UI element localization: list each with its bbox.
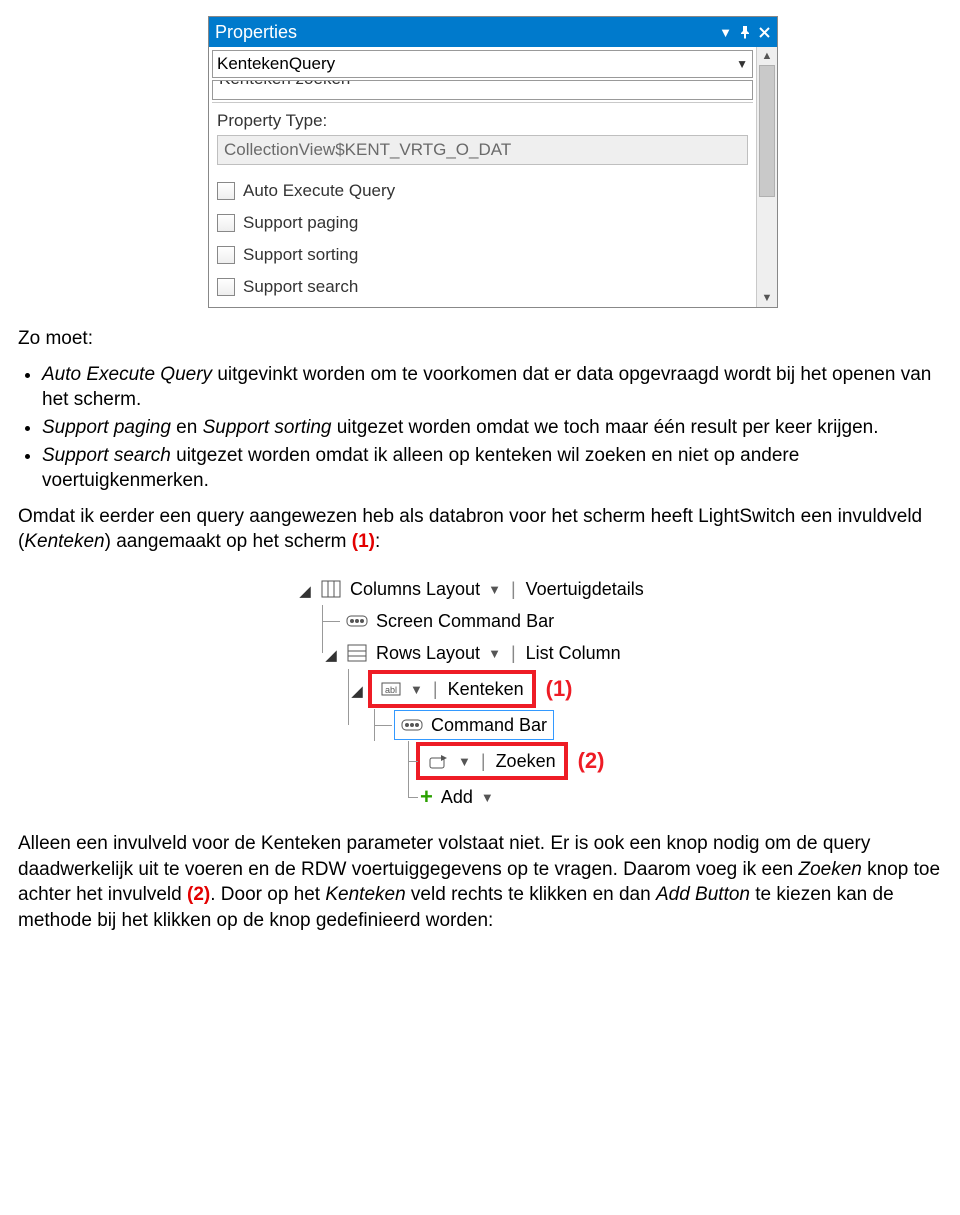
property-type-label: Property Type:	[209, 105, 756, 133]
checkbox-icon[interactable]	[217, 182, 235, 200]
button-action-icon	[428, 750, 450, 772]
support-paging-row[interactable]: Support paging	[209, 207, 756, 239]
add-row[interactable]: + Add ▼	[298, 781, 768, 813]
screen-designer-tree: ◢ Columns Layout ▼ | Voertuigdetails Scr…	[298, 573, 768, 813]
screen-command-bar-row: Screen Command Bar	[298, 605, 768, 637]
support-sorting-row[interactable]: Support sorting	[209, 239, 756, 271]
object-selector[interactable]: KentekenQuery ▼	[212, 50, 753, 78]
chevron-down-icon[interactable]: ▼	[477, 790, 498, 805]
scrollbar[interactable]: ▲ ▼	[756, 47, 777, 307]
columns-layout-icon	[320, 578, 342, 600]
paragraph: Alleen een invulveld voor de Kenteken pa…	[18, 831, 942, 934]
paragraph: Omdat ik eerder een query aangewezen heb…	[18, 504, 942, 555]
zoeken-row: ▼ | Zoeken (2)	[298, 741, 768, 781]
pin-icon[interactable]	[738, 25, 752, 39]
kenteken-field[interactable]: abl ▼ | Kenteken	[368, 670, 536, 708]
properties-titlebar: Properties ▼	[209, 17, 777, 47]
scroll-down-icon[interactable]: ▼	[762, 289, 773, 307]
window-options-icon[interactable]: ▼	[719, 25, 732, 40]
checkbox-icon[interactable]	[217, 278, 235, 296]
columns-layout-row: ◢ Columns Layout ▼ | Voertuigdetails	[298, 573, 768, 605]
rows-layout-row: ◢ Rows Layout ▼ | List Column	[298, 637, 768, 669]
expand-icon[interactable]: ◢	[298, 582, 312, 596]
checkbox-icon[interactable]	[217, 246, 235, 264]
rows-layout-icon	[346, 642, 368, 664]
scroll-thumb[interactable]	[759, 65, 775, 197]
command-bar-row: Command Bar	[298, 709, 768, 741]
annotation-2: (2)	[578, 748, 605, 774]
chevron-down-icon[interactable]: ▼	[484, 646, 505, 661]
auto-execute-query-row[interactable]: Auto Execute Query	[209, 175, 756, 207]
chevron-down-icon[interactable]: ▼	[484, 582, 505, 597]
list-item: Auto Execute Query uitgevinkt worden om …	[42, 362, 942, 413]
chevron-down-icon[interactable]: ▼	[454, 754, 475, 769]
properties-title: Properties	[215, 22, 719, 43]
bullet-list: Auto Execute Query uitgevinkt worden om …	[42, 362, 942, 494]
list-item: Support paging en Support sorting uitgez…	[42, 415, 942, 441]
command-bar-icon	[401, 714, 423, 736]
kenteken-row: ◢ abl ▼ | Kenteken (1)	[298, 669, 768, 709]
support-search-row[interactable]: Support search	[209, 271, 756, 307]
command-bar-icon	[346, 610, 368, 632]
intro-text: Zo moet:	[18, 326, 942, 352]
plus-icon: +	[416, 784, 437, 810]
chevron-down-icon[interactable]: ▼	[406, 682, 427, 697]
properties-panel: Properties ▼ KentekenQuery ▼	[208, 16, 778, 308]
zoeken-button[interactable]: ▼ | Zoeken	[416, 742, 568, 780]
expand-icon[interactable]: ◢	[324, 646, 338, 660]
expand-icon[interactable]: ◢	[350, 682, 364, 696]
list-item: Support search uitgezet worden omdat ik …	[42, 443, 942, 494]
scroll-up-icon[interactable]: ▲	[762, 47, 773, 65]
close-icon[interactable]	[758, 26, 771, 39]
object-subtitle: Kenteken zoeken	[212, 80, 753, 100]
checkbox-icon[interactable]	[217, 214, 235, 232]
property-type-value: CollectionView$KENT_VRTG_O_DAT	[217, 135, 748, 165]
command-bar-node[interactable]: Command Bar	[394, 710, 554, 740]
chevron-down-icon: ▼	[736, 57, 748, 71]
text-box-icon: abl	[380, 678, 402, 700]
svg-text:abl: abl	[385, 685, 397, 695]
annotation-1: (1)	[546, 676, 573, 702]
